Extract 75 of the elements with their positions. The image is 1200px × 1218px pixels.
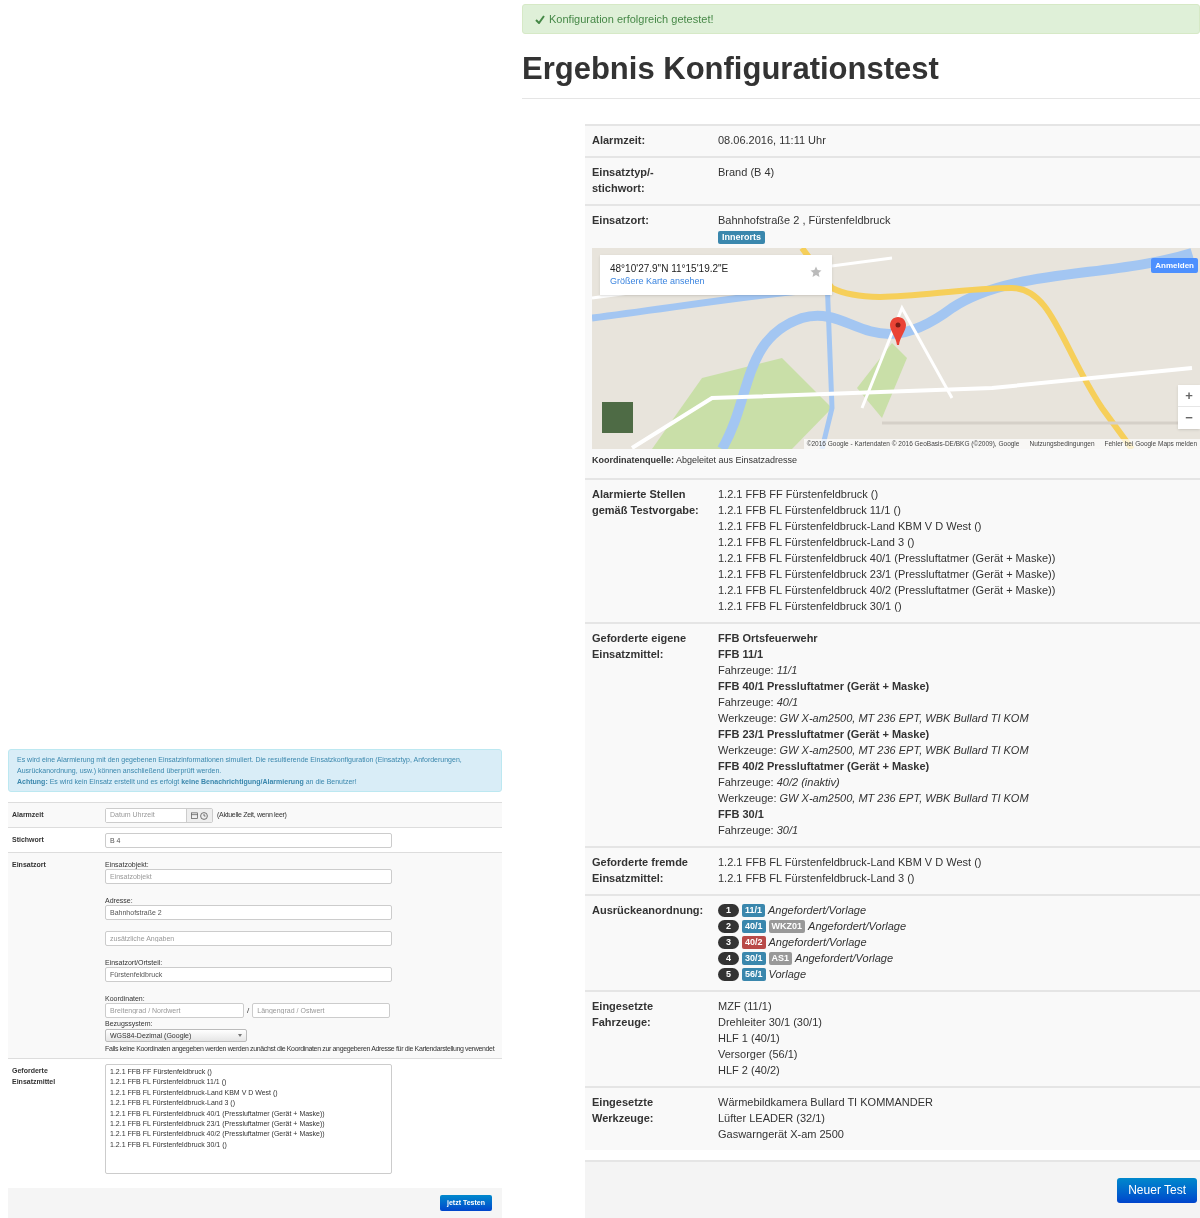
detail-text: Fahrzeuge: 40/2 (inaktiv) [718,775,841,790]
detail-text: Werkzeuge: GW X-am2500, MT 236 EPT, WBK Bullard TI KOM [718,743,1030,758]
field-label: Einsatzort: [592,214,649,226]
number-badge: 1 [718,903,739,917]
value-text: 08.06.2016, 11:11 Uhr [718,133,827,148]
field-label: Ausrückeanordnung: [592,904,704,916]
number-badge: 5 [718,967,739,981]
detail-text: Werkzeuge: GW X-am2500, MT 236 EPT, WBK Bullard TI KOM [718,791,1030,806]
value-text: MZF (11/1) [718,999,773,1014]
unit-name: FFB 11/1 [718,647,765,662]
caret-icon [238,1034,242,1037]
status-text: Angefordert/Vorlage [768,903,867,918]
value-text: Drehleiter 30/1 (30/1) [718,1015,823,1030]
unit-name: FFB 23/1 Pressluftatmer (Gerät + Maske) [718,727,931,742]
value-text: Lüfter LEADER (32/1) [718,1111,826,1126]
field-label: Geforderte eigene Einsatzmittel: [592,632,687,660]
value-text: Wärmebildkamera Bullard TI KOMMANDER [718,1095,934,1110]
value-text: Brand (B 4) [718,165,776,180]
unit-name: FFB Ortsfeuerwehr [718,631,819,646]
value-text: 1.2.1 FFB FL Fürstenfeldbruck 30/1 () [718,599,903,614]
field-label: Eingesetzte Werkzeuge: [592,1096,654,1124]
value-text: Gaswarngerät X-am 2500 [718,1127,845,1142]
number-badge: 4 [718,951,739,965]
number-badge: 3 [718,935,739,949]
alert-text: Konfiguration erfolgreich getestet! [549,11,714,27]
field-label: Einsatztyp/-stichwort: [592,166,654,194]
detail-text: Fahrzeuge: 11/1 [718,663,799,678]
field-label: Alarmierte Stellen gemäß Testvorgabe: [592,488,699,516]
unit-badge: 56/1 [742,967,766,981]
unit-name: FFB 40/1 Pressluftatmer (Gerät + Maske) [718,679,931,694]
status-text: Angefordert/Vorlage [768,935,867,950]
clock-icon[interactable] [200,811,208,820]
location-badge: Innerorts [718,231,765,244]
value-text: Versorger (56/1) [718,1047,799,1062]
value-text: 1.2.1 FFB FF Fürstenfeldbruck () [718,487,880,502]
value-text: 1.2.1 FFB FL Fürstenfeldbruck 40/1 (Pressluftatmer (Gerät + Maske)) [718,551,1057,566]
check-icon [535,14,545,24]
coordinate-source-text: Koordinatenquelle: Abgeleitet aus Einsatzadresse [591,454,799,467]
unit-badge: 30/1 [742,951,766,965]
detail-text: Fahrzeuge: 40/1 [718,695,800,710]
value-text: HLF 1 (40/1) [718,1031,781,1046]
detail-text: Fahrzeuge: 30/1 [718,823,800,838]
new-test-button[interactable]: Neuer Test [1117,1177,1197,1203]
value-text: 1.2.1 FFB FL Fürstenfeldbruck-Land 3 () [718,535,916,550]
zoom-in-button[interactable]: + [1178,385,1200,407]
value-text: 1.2.1 FFB FL Fürstenfeldbruck 11/1 () [718,503,902,518]
unit-badge: 40/2 [742,935,766,949]
status-text: Angefordert/Vorlage [795,951,894,966]
value-text: 1.2.1 FFB FL Fürstenfeldbruck-Land KBM V D West () [718,855,983,870]
larger-map-link[interactable]: Größere Karte ansehen [610,275,705,287]
unit-name: FFB 30/1 [718,807,765,822]
unit-badge: 40/1 [742,919,766,933]
value-text: 1.2.1 FFB FL Fürstenfeldbruck 40/2 (Pressluftatmer (Gerät + Maske)) [718,583,1057,598]
address-text: Bahnhofstraße 2 , Fürstenfeldbruck [718,213,892,228]
coordinates-text: 48°10'27.9"N 11°15'19.2"E [610,262,729,275]
field-label: Eingesetzte Fahrzeuge: [592,1000,654,1028]
field-label: Alarmzeit: [592,134,646,146]
number-badge: 2 [718,919,739,933]
status-text: Angefordert/Vorlage [808,919,907,934]
value-text: 1.2.1 FFB FL Fürstenfeldbruck-Land KBM V D West () [718,519,983,534]
value-text: HLF 2 (40/2) [718,1063,781,1078]
field-label: Geforderte fremde Einsatzmittel: [592,856,688,884]
tag-badge: WKZ01 [768,919,806,933]
unit-badge: 11/1 [742,903,766,917]
page-title: Ergebnis Konfigurationstest [522,50,940,88]
zoom-out-button[interactable]: − [1178,407,1200,429]
separator-text: / [247,1005,250,1016]
detail-text: Werkzeuge: GW X-am2500, MT 236 EPT, WBK Bullard TI KOM [718,711,1030,726]
unit-name: FFB 40/2 Pressluftatmer (Gerät + Maske) [718,759,931,774]
calendar-icon[interactable] [191,812,198,819]
status-text: Vorlage [768,967,807,982]
tag-badge: AS1 [768,951,793,965]
star-icon[interactable] [810,266,822,278]
value-text: 1.2.1 FFB FL Fürstenfeldbruck-Land 3 () [718,871,916,886]
value-text: 1.2.1 FFB FL Fürstenfeldbruck 23/1 (Pressluftatmer (Gerät + Maske)) [718,567,1057,582]
